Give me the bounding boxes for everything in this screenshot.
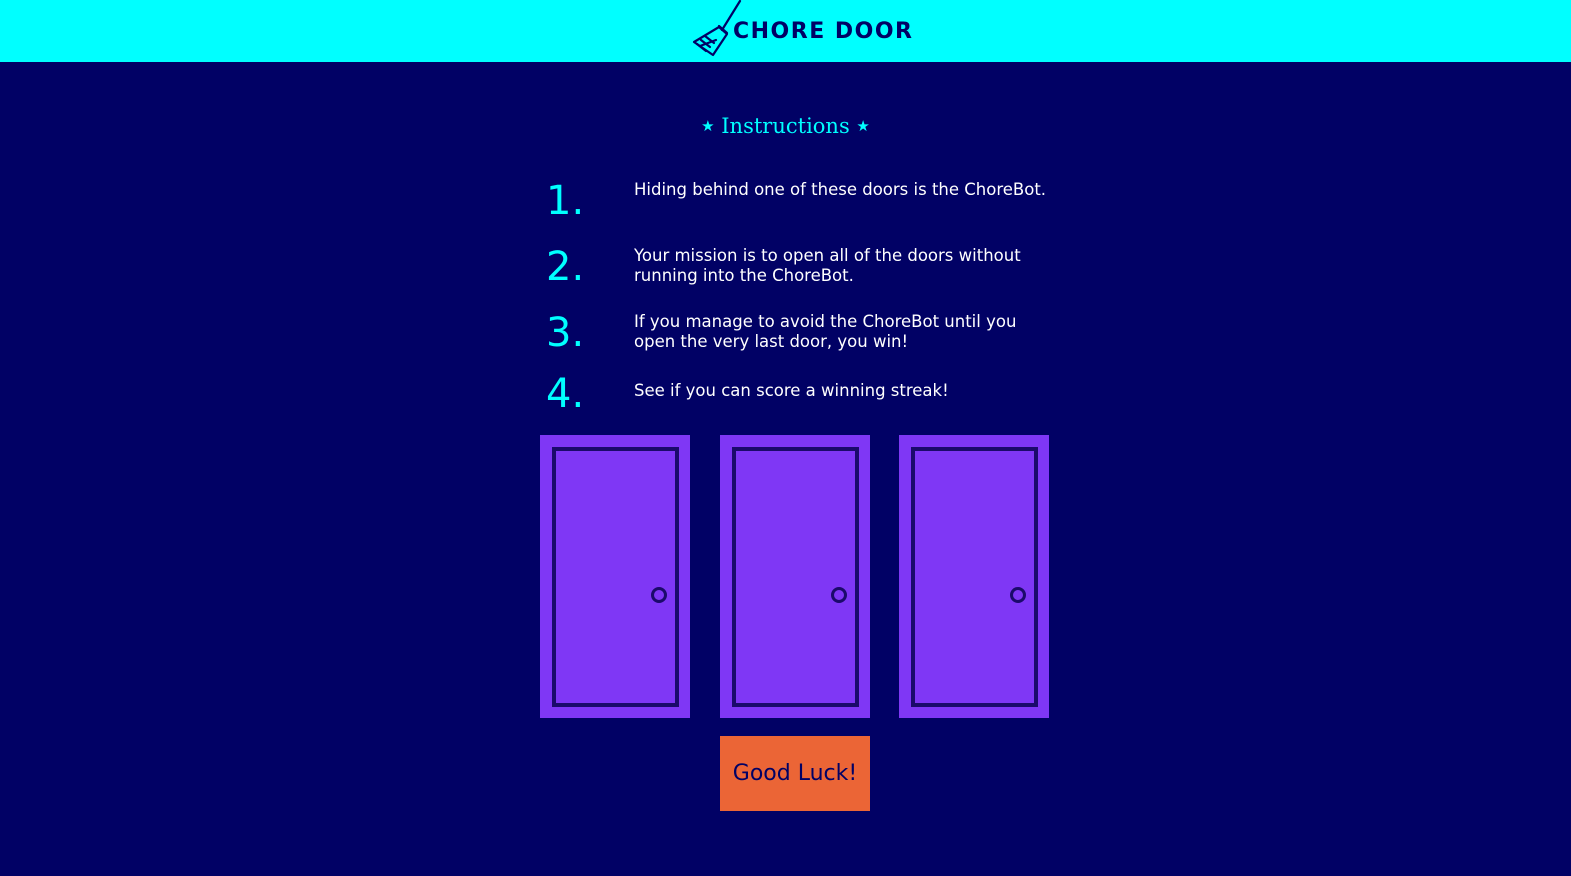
closed-door-icon [911,447,1038,707]
instructions-title: Instructions [721,114,850,138]
step-text: See if you can score a winning streak! [634,381,949,400]
step-number: 1. [546,178,585,224]
closed-door-icon [552,447,679,707]
door-2[interactable] [720,435,870,718]
instructions-heading: ★ Instructions ★ [0,112,1571,140]
closed-door-icon [732,447,859,707]
step-number: 2. [546,244,585,290]
step-text: Your mission is to open all of the doors… [634,246,1021,285]
step-number: 3. [546,310,585,356]
door-1[interactable] [540,435,690,718]
app-title: CHORE DOOR [733,19,914,44]
step-number: 4. [546,371,585,417]
star-icon: ★ [856,117,870,135]
star-icon: ★ [701,117,715,135]
step-text: If you manage to avoid the ChoreBot unti… [634,312,1017,351]
good-luck-button[interactable]: Good Luck! [720,736,870,811]
door-3[interactable] [899,435,1049,718]
header-bar: CHORE DOOR [0,0,1571,62]
step-text: Hiding behind one of these doors is the … [634,180,1047,199]
